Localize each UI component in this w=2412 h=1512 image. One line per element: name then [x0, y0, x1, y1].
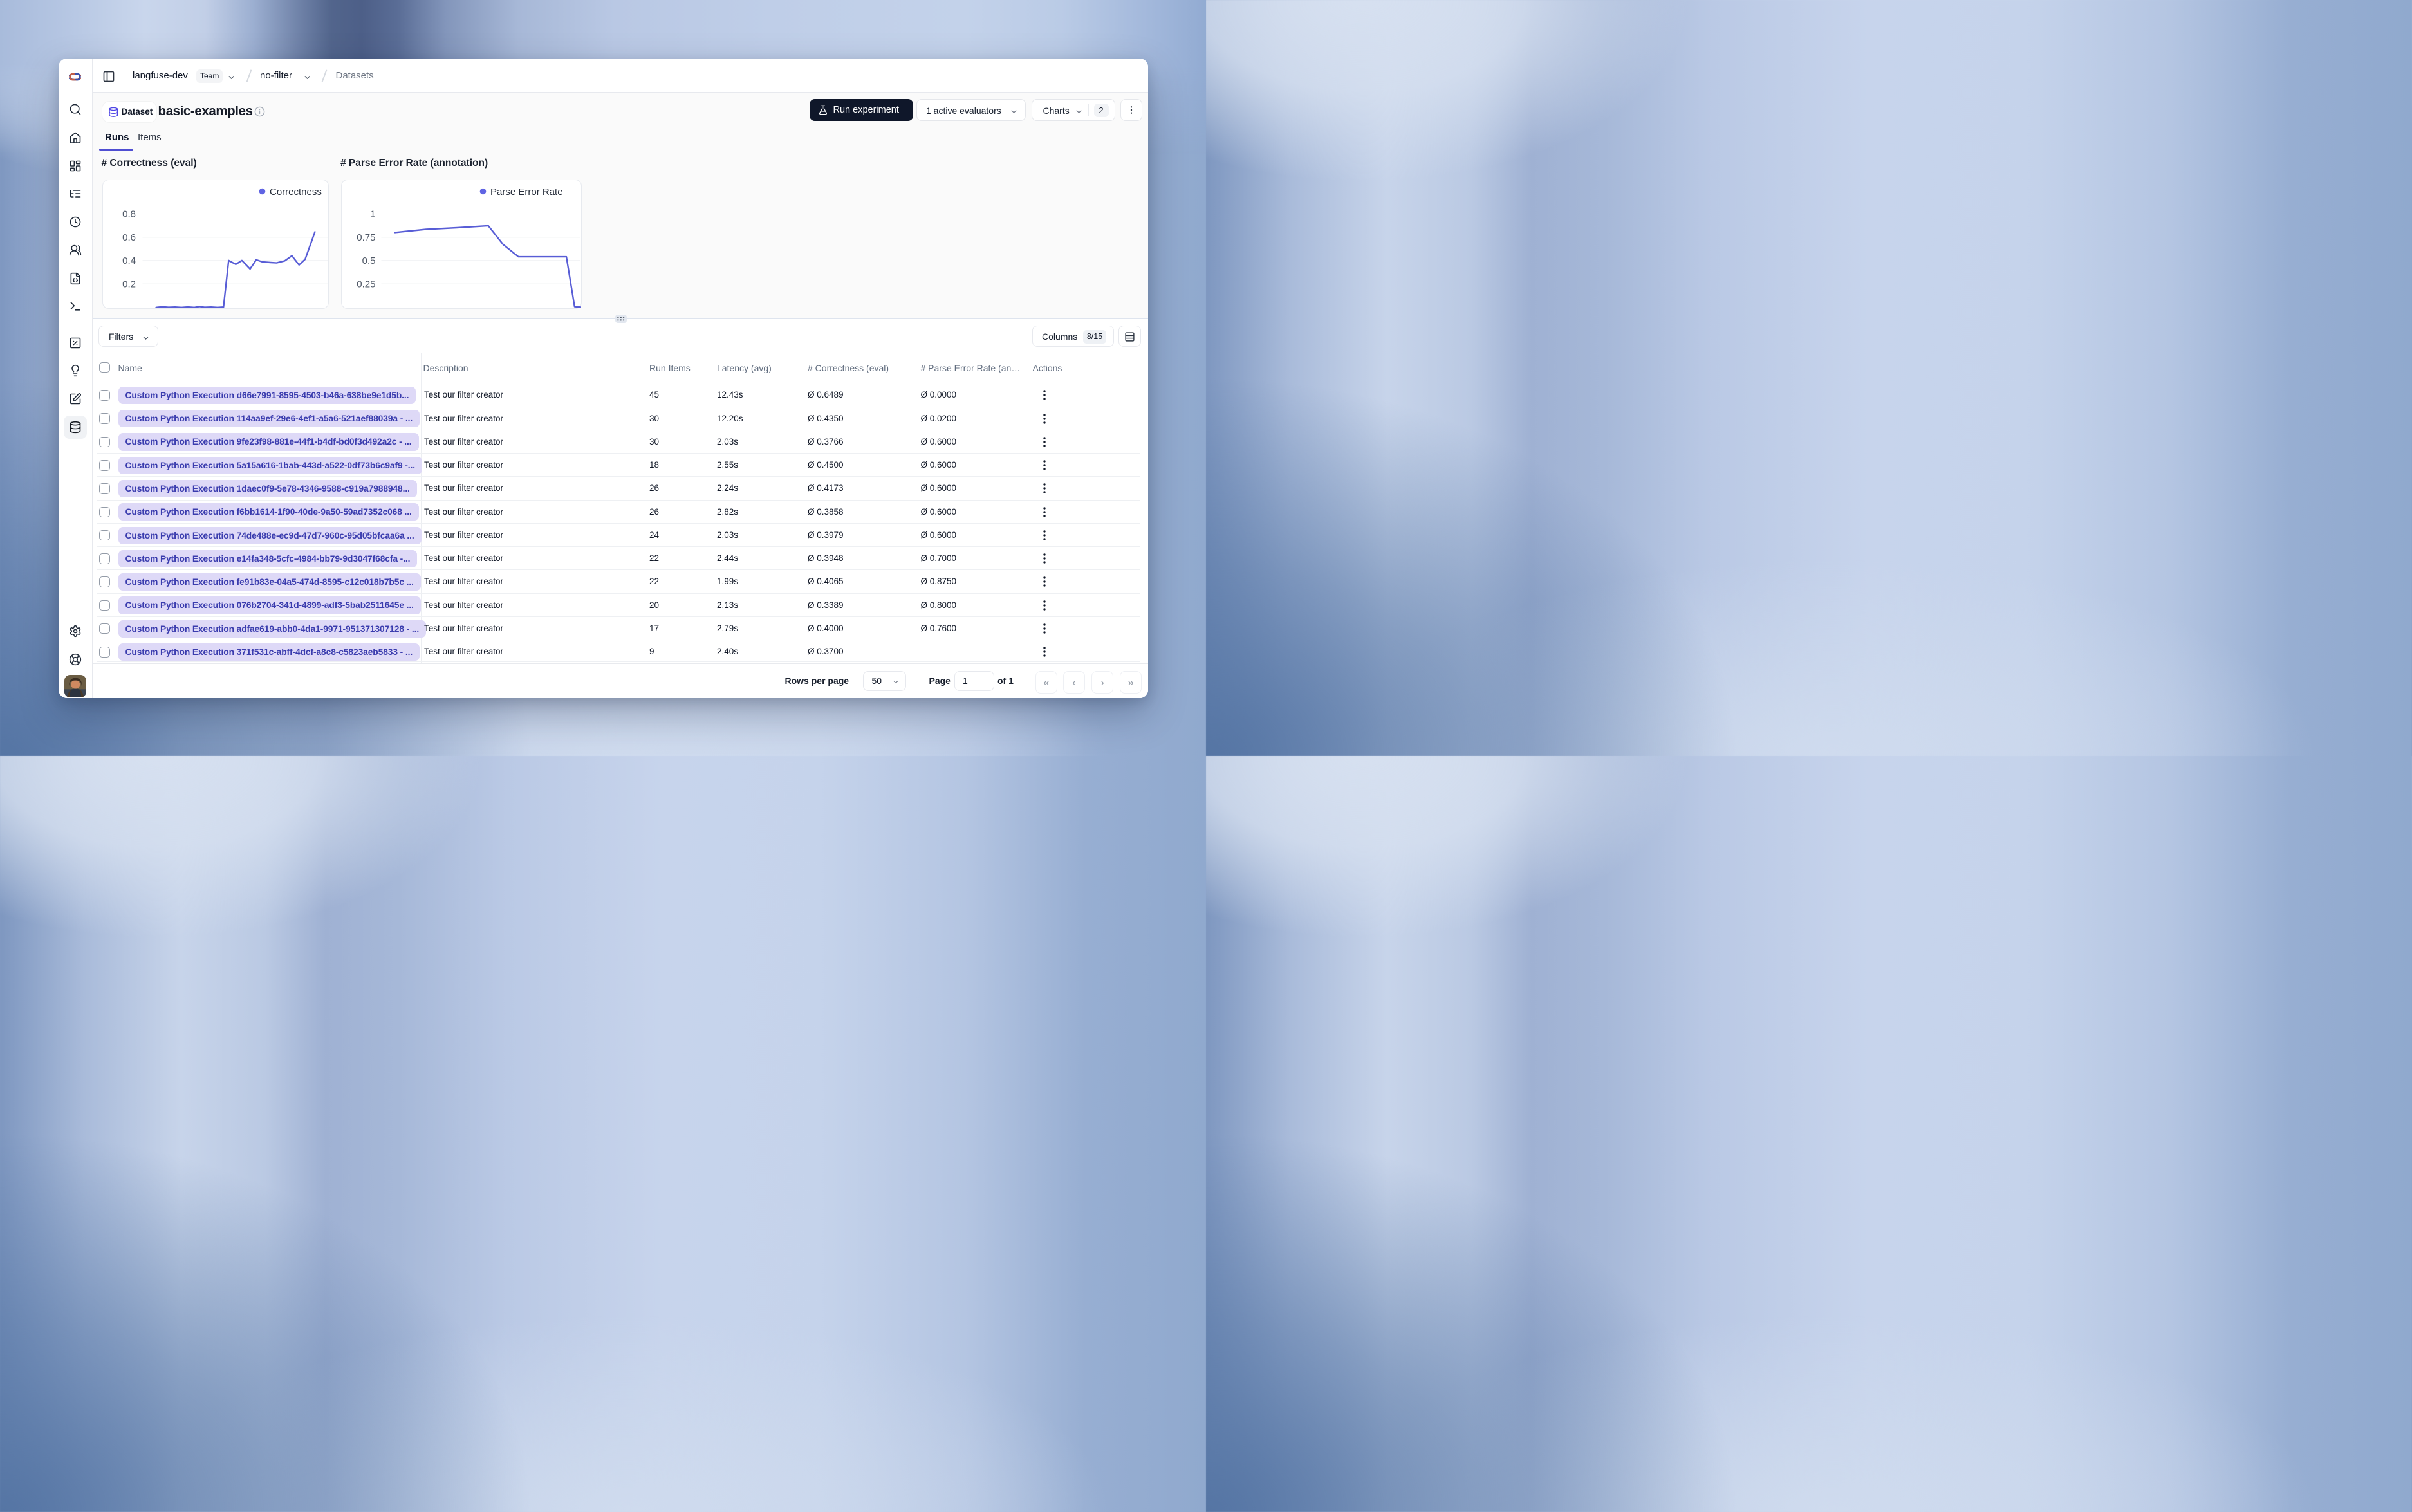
svg-text:Parse Error Rate: Parse Error Rate — [490, 187, 563, 198]
svg-text:Correctness: Correctness — [270, 187, 322, 198]
svg-text:0.5: 0.5 — [362, 255, 375, 266]
svg-text:0.6: 0.6 — [122, 232, 136, 243]
svg-text:0.25: 0.25 — [357, 279, 375, 290]
svg-text:0.4: 0.4 — [122, 255, 136, 266]
svg-text:0.8: 0.8 — [122, 208, 136, 219]
svg-text:0.2: 0.2 — [122, 279, 136, 290]
svg-text:0.75: 0.75 — [357, 232, 375, 243]
svg-text:1: 1 — [370, 208, 375, 219]
